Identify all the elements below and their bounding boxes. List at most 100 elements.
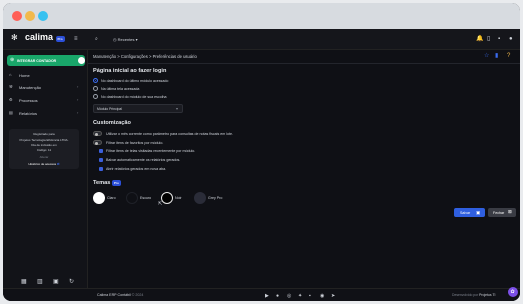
theme-claro[interactable] (93, 192, 105, 204)
instagram-icon[interactable]: ◎ (287, 293, 291, 299)
assistant-button[interactable]: ✿ (508, 287, 518, 297)
chart-icon[interactable]: ▮ (495, 53, 498, 59)
app-name: calima (25, 32, 54, 42)
radio-option-1[interactable] (93, 86, 98, 91)
history-link[interactable]: Histórico de acessos ⇄ (9, 162, 79, 166)
section-title: Página inicial ao fazer login (93, 68, 167, 74)
radio-option-0[interactable] (93, 78, 98, 83)
main-content: Manutenção > Configurações > Preferência… (88, 50, 520, 288)
footer-brand[interactable]: Projetus TI (479, 293, 495, 297)
pro-badge: Pro (111, 180, 121, 186)
sidebar-item-label: Manutenção (19, 84, 42, 90)
close-icon: ⊠ (508, 209, 512, 214)
minimize-dot[interactable] (25, 11, 35, 21)
card-line: Projetus Tecnologia Eficiência LTDA. (19, 138, 69, 142)
theme-label: Noir (175, 196, 182, 200)
twitter-icon[interactable]: ✦ (298, 293, 302, 299)
logo-icon: ✻ (11, 33, 18, 42)
footer: Calima ERP Contábil © 2024 ▶ ● ◎ ✦ ▪ ◉ ➤… (3, 288, 520, 301)
report-icon: ▤ (9, 110, 13, 115)
radio-label: No dashboard do módulo de sua escolha (101, 94, 167, 99)
trash-icon[interactable]: ▥ (37, 279, 43, 285)
chevron-down-icon: ▾ (135, 37, 138, 42)
user-icon[interactable]: ● (509, 36, 513, 42)
close-button[interactable]: Fechar ⊠ (488, 208, 516, 217)
chevron-right-icon (78, 56, 85, 64)
checkbox-download-reports[interactable] (99, 158, 103, 162)
link-arrow-icon: ⇄ (57, 162, 60, 166)
sidebar-item-label: Home (19, 72, 30, 78)
top-bar: ✻ calima Pro ≡ ⌕ ◷ Recentes ▾ 🔔 ▯ ▪ ● (3, 29, 520, 50)
registration-card: Registrado para Projetus Tecnologia Efic… (9, 129, 79, 169)
youtube-icon[interactable]: ▶ (265, 293, 269, 299)
menu-icon[interactable]: ≡ (74, 36, 78, 42)
telegram-icon[interactable]: ➤ (331, 293, 335, 299)
chevron-down-icon: ▾ (176, 106, 179, 111)
history-link-label: Histórico de acessos (28, 162, 57, 166)
bell-icon[interactable]: 🔔 (476, 36, 483, 42)
card-line: Dia de inclusão em (31, 143, 57, 147)
close-dot[interactable] (12, 11, 22, 21)
close-label: Fechar (493, 210, 505, 215)
help-icon[interactable]: ? (507, 53, 510, 59)
theme-noir[interactable] (161, 192, 173, 204)
breadcrumb: Manutenção > Configurações > Preferência… (93, 54, 197, 59)
checkbox-label: Abrir relatórios gerados em nova aba. (106, 167, 167, 171)
maximize-dot[interactable] (38, 11, 48, 21)
checkbox-recent-screens[interactable] (99, 149, 103, 153)
footer-left-muted: © 2024 (131, 293, 144, 297)
chevron-right-icon: › (77, 84, 79, 89)
cursor-icon: ⇱ (158, 201, 163, 207)
sidebar-item-home[interactable]: ⌂ Home (7, 71, 83, 80)
checkbox-open-new-tab[interactable] (99, 167, 103, 171)
toggle-favorites-module[interactable] (93, 140, 102, 145)
chevron-right-icon: › (77, 97, 79, 102)
logo: calima Pro (25, 32, 65, 42)
wrench-icon: ⚒ (9, 84, 13, 89)
window-chrome (3, 3, 520, 29)
search-icon[interactable]: ⌕ (95, 36, 98, 42)
star-icon[interactable]: ☆ (484, 53, 489, 59)
theme-escuro[interactable] (126, 192, 138, 204)
module-select[interactable]: Módulo Principal ▾ (93, 104, 183, 113)
theme-label: Claro (107, 196, 116, 200)
radio-label: No dashboard do último módulo acessado (101, 78, 169, 83)
footer-right-label: Desenvolvido por (452, 293, 479, 297)
save-label: Salvar (460, 210, 471, 215)
sidebar-item-label: Processos (19, 97, 38, 103)
theme-grey-pro[interactable] (194, 192, 206, 204)
facebook-icon[interactable]: ● (276, 293, 279, 299)
themes-title-text: Temas (93, 180, 111, 186)
sidebar-item-relatorios[interactable]: ▤ Relatórios › (7, 109, 83, 118)
whatsapp-icon[interactable]: ◉ (320, 293, 324, 299)
radio-label: Na última tela acessada (101, 86, 140, 91)
card-line: Registrado para (33, 132, 55, 136)
calendar-icon[interactable]: ▦ (21, 279, 27, 285)
chat-icon[interactable]: ▪ (498, 36, 500, 42)
linkedin-icon[interactable]: ▪ (309, 293, 311, 299)
checkbox-label: Filtrar itens de telas visitadas recente… (106, 149, 196, 153)
card-line: Código: 11 (36, 148, 52, 152)
sidebar-item-processos[interactable]: ⚙ Processos › (7, 96, 83, 105)
footer-copyright: Calima ERP Contábil © 2024 (97, 293, 143, 297)
plug-icon: ⊕ (10, 57, 15, 63)
toggle-label: Filtrar itens de favoritos por módulo. (106, 140, 164, 145)
integrate-accountant-button[interactable]: ⊕ INTEGRAR CONTADOR (7, 55, 85, 66)
refresh-icon[interactable]: ↻ (69, 279, 74, 285)
footer-left: Calima ERP Contábil (97, 293, 131, 297)
toggle-label: Utilizar o mês corrente como parâmetro p… (106, 131, 234, 136)
radio-option-2[interactable] (93, 94, 98, 99)
toggle-current-month[interactable] (93, 131, 102, 136)
theme-label: Grey Pro (208, 196, 223, 200)
cog-icon: ⚙ (9, 97, 13, 102)
checkbox-label: Baixar automaticamente os relatórios ger… (106, 158, 181, 162)
assistant-icon: ✿ (510, 288, 515, 295)
recents-dropdown[interactable]: ◷ Recentes ▾ (113, 37, 138, 42)
sidebar-item-manutencao[interactable]: ⚒ Manutenção › (7, 83, 83, 92)
doc-icon[interactable]: ▯ (487, 36, 490, 42)
integrate-accountant-label: INTEGRAR CONTADOR (17, 58, 57, 63)
save-button[interactable]: Salvar ▣ (454, 208, 485, 217)
home-icon: ⌂ (9, 72, 12, 77)
change-link[interactable]: Alterar (9, 155, 79, 159)
copy-icon[interactable]: ▣ (53, 279, 59, 285)
